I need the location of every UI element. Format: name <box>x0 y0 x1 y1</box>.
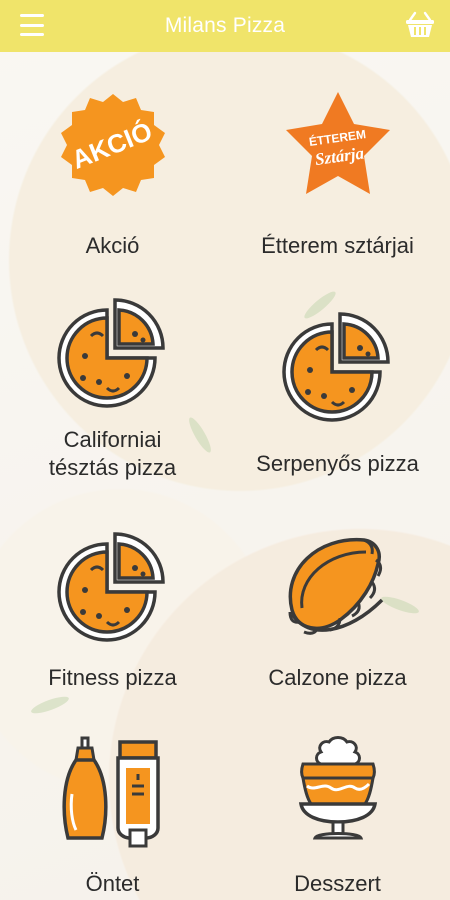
app-title: Milans Pizza <box>164 14 286 37</box>
app-header: Milans Pizza <box>0 0 450 52</box>
category-tile-fitness[interactable]: Fitness pizza <box>0 530 225 692</box>
category-tile-etterem-sztarjai[interactable]: ÉTTEREM Sztárja Étterem sztárjai <box>225 90 450 260</box>
sale-badge-icon: AKCIÓ <box>60 94 165 196</box>
pizza-slice-icon <box>56 298 165 408</box>
category-label: Étterem sztárjai <box>261 233 414 258</box>
category-tile-ontet[interactable]: Öntet <box>0 734 225 898</box>
sauce-bottles-icon <box>61 736 160 848</box>
category-tile-akcio[interactable]: AKCIÓ Akció <box>0 90 225 260</box>
category-tile-californiai[interactable]: Californiai tésztás pizza <box>0 296 225 482</box>
pizza-slice-icon <box>281 312 390 422</box>
category-label: Öntet <box>85 871 140 896</box>
shopping-basket-icon[interactable] <box>404 10 436 40</box>
category-tile-serpenyos[interactable]: Serpenyős pizza <box>225 310 450 478</box>
star-badge-icon: ÉTTEREM Sztárja <box>285 92 390 194</box>
dessert-cup-icon <box>298 736 377 840</box>
category-tile-calzone[interactable]: Calzone pizza <box>225 530 450 692</box>
category-grid: AKCIÓ Akció ÉTTEREM Sztárja Étterem sztá… <box>0 52 450 900</box>
category-label: Desszert <box>294 871 381 896</box>
category-label: Akció <box>85 233 140 258</box>
category-label: Calzone pizza <box>268 665 407 690</box>
category-tile-desszert[interactable]: Desszert <box>225 734 450 898</box>
pizza-slice-icon <box>56 532 165 642</box>
category-label-line2: tésztás pizza <box>48 455 177 480</box>
category-label: Serpenyős pizza <box>256 451 419 476</box>
category-label-line1: Californiai <box>63 427 162 452</box>
calzone-icon <box>288 538 383 635</box>
hamburger-menu-icon[interactable] <box>20 14 44 36</box>
category-label: Fitness pizza <box>48 665 177 690</box>
